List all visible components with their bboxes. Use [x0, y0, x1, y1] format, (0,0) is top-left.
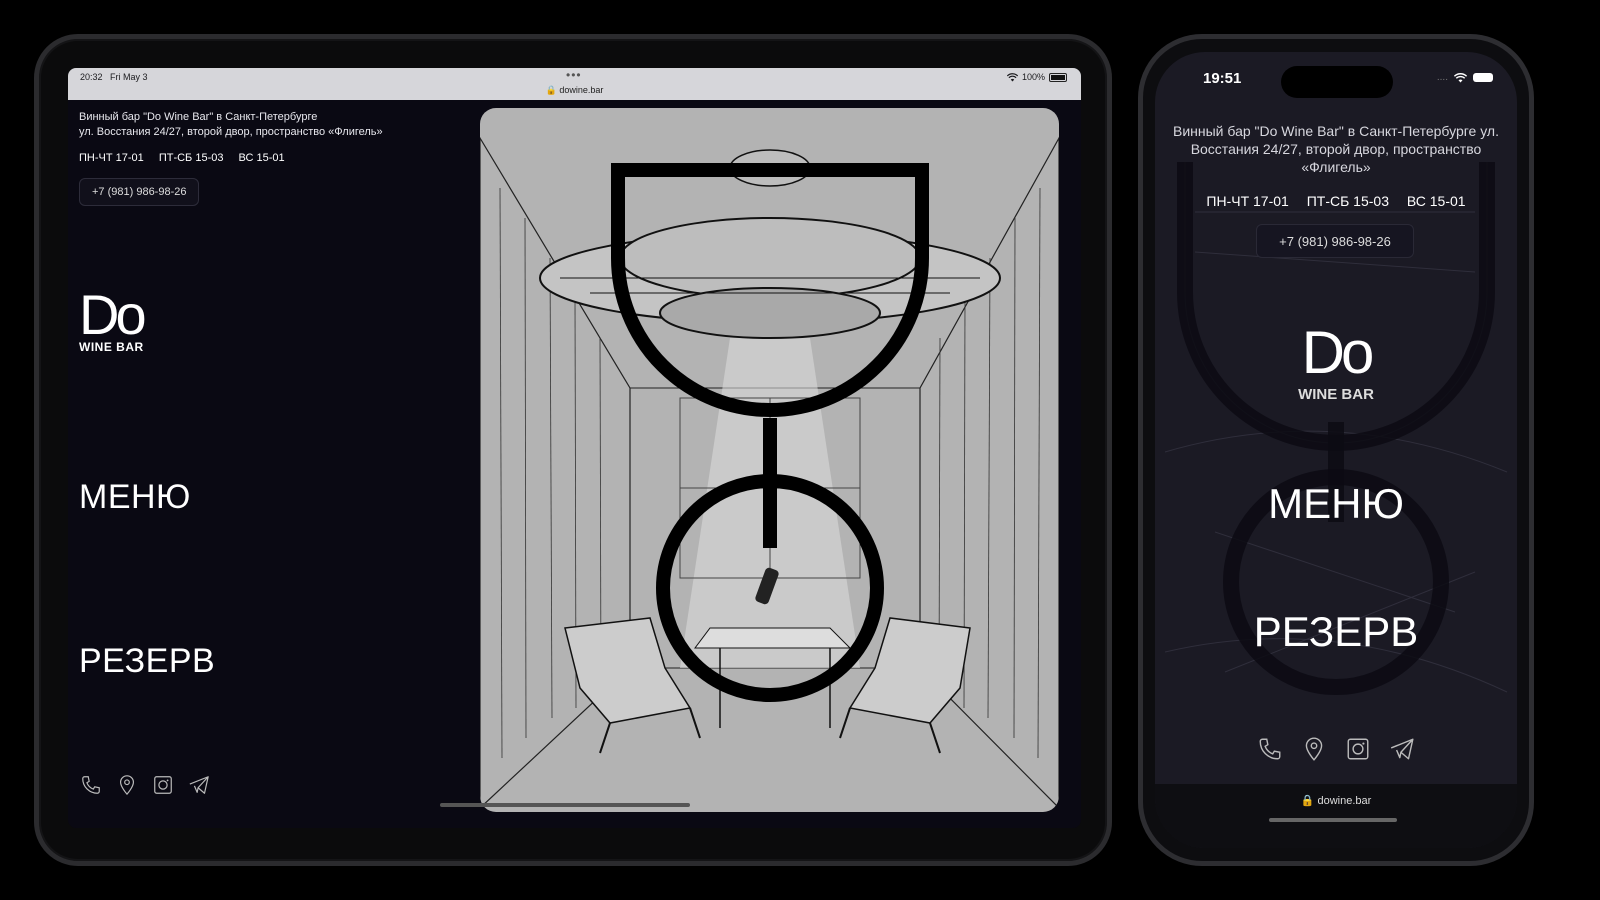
tab-menu-dots[interactable]: •••	[566, 68, 582, 82]
ufo-room-illustration	[480, 136, 1059, 809]
logo-wine-bar: WINE BAR	[1298, 386, 1374, 403]
home-indicator	[440, 803, 690, 807]
hours-sun: ВС 15-01	[238, 152, 285, 164]
wifi-icon	[1006, 72, 1018, 81]
battery-percent: 100%	[1021, 72, 1045, 82]
menu-link[interactable]: МЕНЮ	[79, 478, 191, 517]
phone-screen: 19:51 .... Винный бар "Do Wine Bar" в Са…	[1155, 52, 1517, 848]
address-line-1: Винный бар "Do Wine Bar" в Санкт-Петербу…	[79, 111, 318, 123]
home-indicator	[1269, 818, 1397, 822]
phone-icon[interactable]	[80, 774, 102, 796]
social-icons	[1257, 736, 1415, 762]
reserve-link[interactable]: РЕЗЕРВ	[1155, 608, 1517, 656]
address-bar[interactable]: 🔒 dowine.bar	[1155, 794, 1517, 807]
reserve-link[interactable]: РЕЗЕРВ	[79, 642, 215, 681]
phone-icon[interactable]	[1257, 736, 1283, 762]
status-date: Fri May 3	[110, 72, 148, 82]
instagram-icon[interactable]	[1345, 736, 1371, 762]
opening-hours: ПН-ЧТ 17-01 ПТ-СБ 15-03 ВС 15-01	[79, 152, 297, 164]
phone-button[interactable]: +7 (981) 986-98-26	[1256, 224, 1414, 258]
hours-sun: ВС 15-01	[1406, 193, 1466, 209]
wifi-icon	[1454, 72, 1467, 82]
status-right: 100%	[1006, 72, 1067, 82]
telegram-icon[interactable]	[188, 774, 210, 796]
location-icon[interactable]	[116, 774, 138, 796]
status-time: 20:32	[80, 72, 103, 82]
tablet-screen: 20:32 Fri May 3 ••• 🔒 dowine.bar 100% Ви…	[68, 68, 1081, 828]
hero-illustration	[480, 108, 1059, 812]
address-info: Винный бар "Do Wine Bar" в Санкт-Петербу…	[1173, 123, 1499, 175]
address-line-2: ул. Восстания 24/27, второй двор, простр…	[79, 126, 383, 138]
logo[interactable]: Do WINE BAR	[79, 283, 147, 355]
lock-icon: 🔒	[545, 85, 557, 95]
address-bar[interactable]: 🔒 dowine.bar	[68, 85, 1081, 96]
phone-button[interactable]: +7 (981) 986-98-26	[79, 178, 200, 206]
battery-icon	[1049, 72, 1067, 82]
location-icon[interactable]	[1301, 736, 1327, 762]
menu-link[interactable]: МЕНЮ	[1155, 480, 1517, 528]
tablet-status-bar: 20:32 Fri May 3 ••• 🔒 dowine.bar 100%	[68, 68, 1081, 100]
opening-hours: ПН-ЧТ 17-01 ПТ-СБ 15-03 ВС 15-01	[1155, 193, 1517, 209]
signal-dots: ....	[1436, 72, 1448, 83]
logo-do: Do	[79, 283, 147, 346]
hours-fri-sat: ПТ-СБ 15-03	[1306, 193, 1389, 209]
dynamic-island	[1281, 66, 1393, 98]
instagram-icon[interactable]	[152, 774, 174, 796]
address-info: Винный бар "Do Wine Bar" в Санкт-Петербу…	[79, 110, 383, 140]
url-text: dowine.bar	[559, 85, 604, 95]
status-right: ....	[1437, 72, 1493, 83]
lock-icon: 🔒	[1300, 795, 1315, 807]
hours-mon-thu: ПН-ЧТ 17-01	[1206, 193, 1289, 209]
logo-do[interactable]: Do	[1155, 323, 1517, 383]
telegram-icon[interactable]	[1389, 736, 1415, 762]
hours-mon-thu: ПН-ЧТ 17-01	[79, 152, 144, 164]
logo-wine-bar: WINE BAR	[79, 340, 144, 354]
url-text: dowine.bar	[1317, 795, 1372, 807]
social-icons	[80, 774, 210, 796]
battery-icon	[1473, 73, 1493, 82]
hours-fri-sat: ПТ-СБ 15-03	[158, 152, 224, 164]
status-time: 19:51	[1203, 70, 1242, 87]
